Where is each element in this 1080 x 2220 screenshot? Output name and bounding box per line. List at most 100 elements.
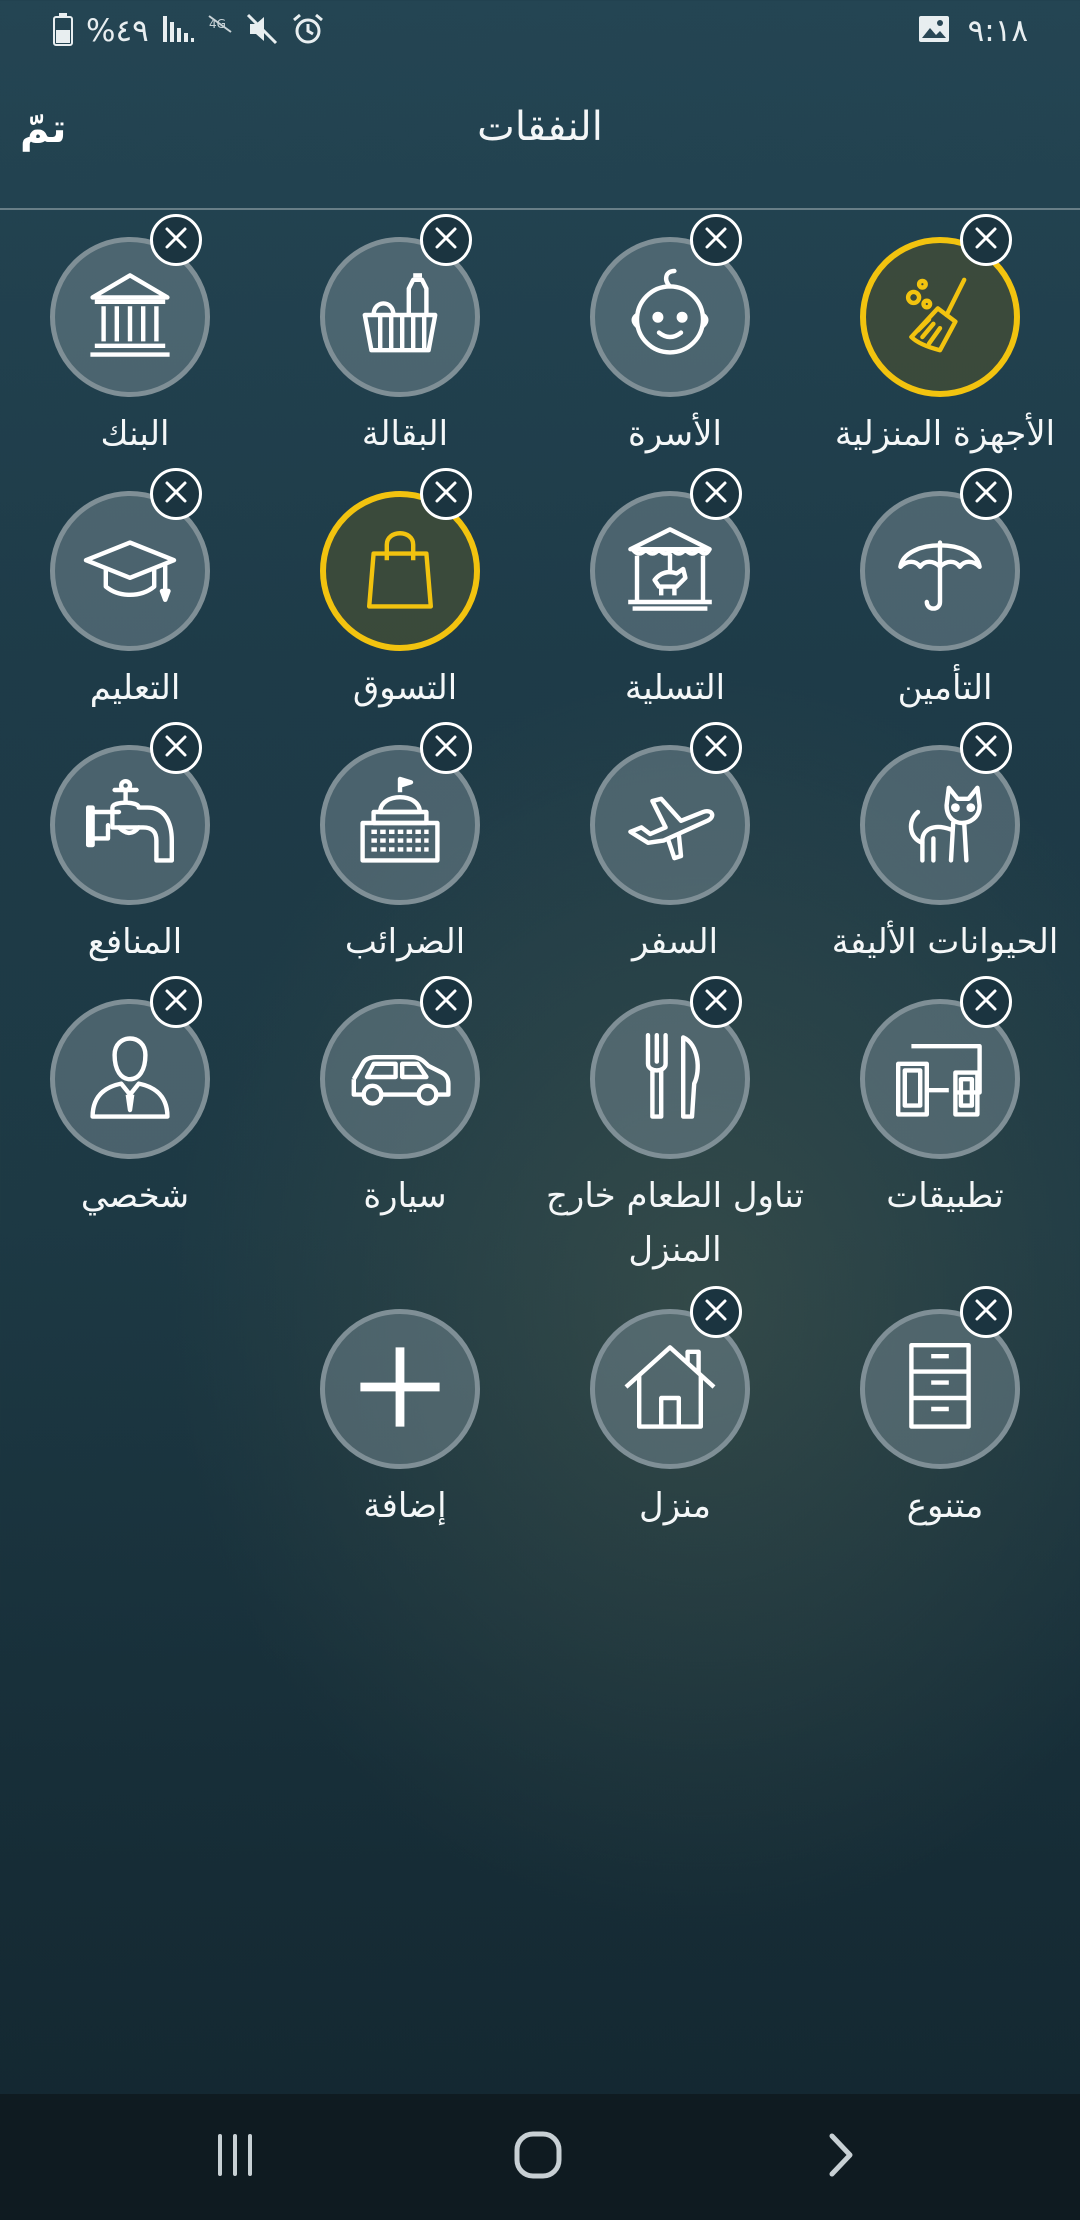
close-icon bbox=[971, 477, 1001, 511]
remove-button[interactable] bbox=[960, 722, 1012, 774]
category-tile-utilities[interactable]: المنافع bbox=[0, 722, 270, 985]
category-label: المنافع bbox=[87, 922, 183, 962]
recent-apps-button[interactable] bbox=[195, 2124, 275, 2190]
close-icon bbox=[971, 223, 1001, 257]
close-icon bbox=[701, 223, 731, 257]
navigation-bar bbox=[0, 2094, 1080, 2220]
category-label: شخصي bbox=[80, 1176, 190, 1216]
category-label: منزل bbox=[639, 1486, 711, 1526]
remove-button[interactable] bbox=[420, 214, 472, 266]
airplane-icon bbox=[615, 768, 725, 882]
close-icon bbox=[161, 985, 191, 1019]
category-tile-entertainment[interactable]: التسلية bbox=[540, 468, 810, 731]
category-tile-education[interactable]: التعليم bbox=[0, 468, 270, 731]
category-label: السفر bbox=[631, 922, 719, 962]
remove-button[interactable] bbox=[960, 976, 1012, 1028]
category-label: التعليم bbox=[89, 668, 181, 708]
remove-button[interactable] bbox=[690, 722, 742, 774]
add-category-label: إضافة bbox=[363, 1486, 447, 1526]
category-tile-taxes[interactable]: الضرائب bbox=[270, 722, 540, 985]
close-icon bbox=[971, 731, 1001, 765]
remove-button[interactable] bbox=[960, 1286, 1012, 1338]
remove-button[interactable] bbox=[690, 214, 742, 266]
car-icon bbox=[345, 1022, 455, 1136]
close-icon bbox=[161, 477, 191, 511]
remove-button[interactable] bbox=[420, 722, 472, 774]
category-label: تناول الطعام خارج المنزل bbox=[545, 1176, 805, 1270]
baby-icon bbox=[615, 260, 725, 374]
category-tile-home[interactable]: منزل bbox=[540, 1286, 810, 1549]
close-icon bbox=[971, 1295, 1001, 1329]
category-label: سيارة bbox=[363, 1176, 447, 1216]
umbrella-icon bbox=[885, 514, 995, 628]
cabinet-icon bbox=[885, 1332, 995, 1446]
close-icon bbox=[431, 731, 461, 765]
close-icon bbox=[431, 223, 461, 257]
bank-icon bbox=[75, 260, 185, 374]
remove-button[interactable] bbox=[690, 468, 742, 520]
category-tile-dining-out[interactable]: تناول الطعام خارج المنزل bbox=[540, 976, 810, 1270]
category-label: تطبيقات bbox=[886, 1176, 1004, 1216]
plus-icon bbox=[345, 1332, 455, 1446]
devices-icon bbox=[885, 1022, 995, 1136]
close-icon bbox=[161, 731, 191, 765]
category-tile-car[interactable]: سيارة bbox=[270, 976, 540, 1239]
category-tile-grocery[interactable]: البقالة bbox=[270, 214, 540, 477]
category-label: التسلية bbox=[624, 668, 726, 708]
category-label: البقالة bbox=[361, 414, 449, 454]
close-icon bbox=[701, 731, 731, 765]
category-tile-shopping[interactable]: التسوق bbox=[270, 468, 540, 731]
category-tile-insurance[interactable]: التأمين bbox=[810, 468, 1080, 731]
remove-button[interactable] bbox=[960, 214, 1012, 266]
back-button[interactable] bbox=[800, 2124, 880, 2190]
remove-button[interactable] bbox=[150, 976, 202, 1028]
close-icon bbox=[431, 477, 461, 511]
recent-apps-icon bbox=[210, 2132, 260, 2182]
category-tile-family[interactable]: الأسرة bbox=[540, 214, 810, 477]
home-icon bbox=[513, 2130, 563, 2184]
broom-icon bbox=[885, 260, 995, 374]
add-category-tile[interactable]: إضافة bbox=[270, 1309, 540, 1549]
shopping-bag-icon bbox=[345, 514, 455, 628]
category-label: البنك bbox=[100, 414, 170, 454]
close-icon bbox=[701, 1295, 731, 1329]
category-grid: الأجهزة المنزلية الأسرة البقالة البنك ال… bbox=[0, 0, 1080, 1560]
remove-button[interactable] bbox=[420, 468, 472, 520]
category-label: متنوع bbox=[906, 1486, 984, 1526]
cat-icon bbox=[885, 768, 995, 882]
category-tile-travel[interactable]: السفر bbox=[540, 722, 810, 985]
house-icon bbox=[615, 1332, 725, 1446]
add-category-button[interactable] bbox=[320, 1309, 480, 1469]
water-tap-icon bbox=[75, 768, 185, 882]
remove-button[interactable] bbox=[150, 214, 202, 266]
category-tile-personal[interactable]: شخصي bbox=[0, 976, 270, 1239]
remove-button[interactable] bbox=[690, 1286, 742, 1338]
category-tile-bank[interactable]: البنك bbox=[0, 214, 270, 477]
category-label: الحيوانات الأليفة bbox=[831, 922, 1059, 962]
remove-button[interactable] bbox=[690, 976, 742, 1028]
remove-button[interactable] bbox=[150, 722, 202, 774]
close-icon bbox=[701, 985, 731, 1019]
category-tile-misc[interactable]: متنوع bbox=[810, 1286, 1080, 1549]
remove-button[interactable] bbox=[960, 468, 1012, 520]
close-icon bbox=[701, 477, 731, 511]
category-label: الضرائب bbox=[344, 922, 466, 962]
category-label: التأمين bbox=[897, 668, 993, 708]
category-tile-pets[interactable]: الحيوانات الأليفة bbox=[810, 722, 1080, 985]
category-tile-household[interactable]: الأجهزة المنزلية bbox=[810, 214, 1080, 477]
graduation-cap-icon bbox=[75, 514, 185, 628]
person-icon bbox=[75, 1022, 185, 1136]
close-icon bbox=[431, 985, 461, 1019]
category-label: التسوق bbox=[352, 668, 458, 708]
remove-button[interactable] bbox=[150, 468, 202, 520]
remove-button[interactable] bbox=[420, 976, 472, 1028]
government-building-icon bbox=[345, 768, 455, 882]
category-label: الأسرة bbox=[628, 414, 722, 454]
carousel-icon bbox=[615, 514, 725, 628]
home-button[interactable] bbox=[498, 2124, 578, 2190]
back-icon bbox=[820, 2130, 860, 2184]
category-label: الأجهزة المنزلية bbox=[834, 414, 1056, 454]
close-icon bbox=[971, 985, 1001, 1019]
close-icon bbox=[161, 223, 191, 257]
category-tile-apps[interactable]: تطبيقات bbox=[810, 976, 1080, 1239]
